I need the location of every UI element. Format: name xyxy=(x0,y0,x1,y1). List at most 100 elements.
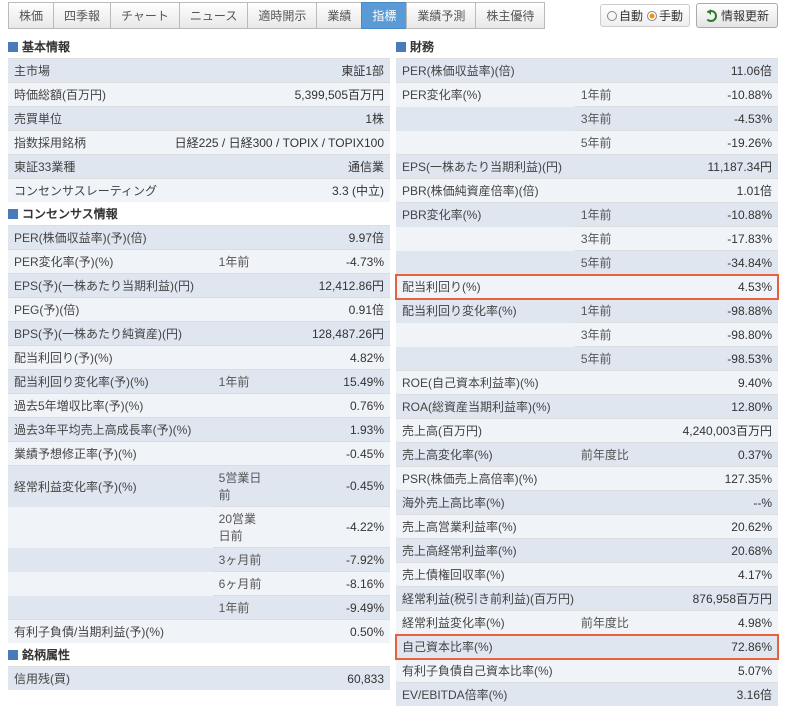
row-value: 9.97倍 xyxy=(273,226,390,250)
table-row: 売上高変化率(%)前年度比0.37% xyxy=(396,443,778,467)
table-row: PEG(予)(倍)0.91倍 xyxy=(8,298,390,322)
left-column: 基本情報 主市場東証1部時価総額(百万円)5,399,505百万円売買単位1株指… xyxy=(8,35,390,706)
row-sublabel: 1年前 xyxy=(213,596,273,620)
table-row: 信用残(買)60,833 xyxy=(8,667,390,691)
tab-0[interactable]: 株価 xyxy=(8,2,53,29)
table-row: 3年前-4.53% xyxy=(396,107,778,131)
row-value: 5.07% xyxy=(635,659,778,683)
row-sublabel: 1年前 xyxy=(575,83,635,107)
row-sublabel: 20営業日前 xyxy=(213,507,273,548)
row-value: 4,240,003百万円 xyxy=(635,419,778,443)
tab-3[interactable]: ニュース xyxy=(179,2,247,29)
row-value: 20.68% xyxy=(635,539,778,563)
row-value: -19.26% xyxy=(635,131,778,155)
row-value: 72.86% xyxy=(635,635,778,659)
tab-2[interactable]: チャート xyxy=(110,2,179,29)
row-value: 東証1部 xyxy=(165,59,390,83)
section-fin-title: 財務 xyxy=(410,38,434,55)
table-row: 過去5年増収比率(予)(%)0.76% xyxy=(8,394,390,418)
table-row: 売上高(百万円)4,240,003百万円 xyxy=(396,419,778,443)
table-row: ROA(総資産当期利益率)(%)12.80% xyxy=(396,395,778,419)
row-label: 売上債権回収率(%) xyxy=(396,563,635,587)
row-value: -10.88% xyxy=(635,83,778,107)
tab-6[interactable]: 指標 xyxy=(361,2,406,29)
row-sublabel: 5年前 xyxy=(575,251,635,275)
table-row: PSR(株価売上高倍率)(%)127.35% xyxy=(396,467,778,491)
row-label: 経常利益変化率(%) xyxy=(396,611,575,635)
row-label: 時価総額(百万円) xyxy=(8,83,165,107)
fin-table: PER(株価収益率)(倍)11.06倍PER変化率(%)1年前-10.88%3年… xyxy=(396,58,778,706)
row-label: 指数採用銘柄 xyxy=(8,131,165,155)
table-row: 売上債権回収率(%)4.17% xyxy=(396,563,778,587)
table-row: PER変化率(予)(%)1年前-4.73% xyxy=(8,250,390,274)
radio-manual[interactable]: 手動 xyxy=(647,7,683,24)
row-value: 1.01倍 xyxy=(635,179,778,203)
row-sublabel: 6ヶ月前 xyxy=(213,572,273,596)
row-label xyxy=(396,251,575,275)
section-basic-title: 基本情報 xyxy=(22,38,70,55)
table-row: BPS(予)(一株あたり純資産)(円)128,487.26円 xyxy=(8,322,390,346)
table-row: EPS(予)(一株あたり当期利益)(円)12,412.86円 xyxy=(8,274,390,298)
table-row: 5年前-98.53% xyxy=(396,347,778,371)
row-sublabel: 3ヶ月前 xyxy=(213,548,273,572)
row-value: 9.40% xyxy=(635,371,778,395)
row-label: PER(株価収益率)(倍) xyxy=(396,59,635,83)
row-label: PER(株価収益率)(予)(倍) xyxy=(8,226,273,250)
row-value: 0.91倍 xyxy=(273,298,390,322)
square-icon xyxy=(396,42,406,52)
row-value: 876,958百万円 xyxy=(635,587,778,611)
row-label: ROA(総資産当期利益率)(%) xyxy=(396,395,635,419)
table-row: EV/EBITDA倍率(%)3.16倍 xyxy=(396,683,778,707)
row-label: 東証33業種 xyxy=(8,155,165,179)
row-label xyxy=(396,323,575,347)
tab-5[interactable]: 業績 xyxy=(316,2,361,29)
row-label: PBR(株価純資産倍率)(倍) xyxy=(396,179,635,203)
tab-7[interactable]: 業績予測 xyxy=(406,2,475,29)
row-value: -9.49% xyxy=(273,596,390,620)
row-value: -4.53% xyxy=(635,107,778,131)
tab-1[interactable]: 四季報 xyxy=(53,2,110,29)
table-row: PER(株価収益率)(予)(倍)9.97倍 xyxy=(8,226,390,250)
row-value: -7.92% xyxy=(273,548,390,572)
row-label: ROE(自己資本利益率)(%) xyxy=(396,371,635,395)
row-value: 0.37% xyxy=(635,443,778,467)
row-value: 12,412.86円 xyxy=(273,274,390,298)
row-value: -98.88% xyxy=(635,299,778,323)
row-label: 海外売上高比率(%) xyxy=(396,491,635,515)
table-row: 6ヶ月前-8.16% xyxy=(8,572,390,596)
tab-4[interactable]: 適時開示 xyxy=(247,2,316,29)
top-right: 自動 手動 情報更新 xyxy=(600,3,778,28)
row-sublabel: 3年前 xyxy=(575,227,635,251)
refresh-icon xyxy=(705,10,717,22)
update-button[interactable]: 情報更新 xyxy=(696,3,778,28)
table-row: 指数採用銘柄日経225 / 日経300 / TOPIX / TOPIX100 xyxy=(8,131,390,155)
row-label: 過去5年増収比率(予)(%) xyxy=(8,394,273,418)
consensus-table: PER(株価収益率)(予)(倍)9.97倍PER変化率(予)(%)1年前-4.7… xyxy=(8,225,390,643)
row-value: 0.50% xyxy=(273,620,390,644)
row-value: 11,187.34円 xyxy=(635,155,778,179)
row-label xyxy=(8,596,213,620)
row-value: 4.53% xyxy=(635,275,778,299)
section-attr-title: 銘柄属性 xyxy=(22,646,70,663)
row-label xyxy=(396,131,575,155)
row-label: EPS(一株あたり当期利益)(円) xyxy=(396,155,635,179)
row-value: -4.73% xyxy=(273,250,390,274)
row-value: -98.53% xyxy=(635,347,778,371)
row-value: 1株 xyxy=(165,107,390,131)
radio-auto[interactable]: 自動 xyxy=(607,7,643,24)
table-row: 売上高経常利益率(%)20.68% xyxy=(396,539,778,563)
row-label: PER変化率(%) xyxy=(396,83,575,107)
row-sublabel: 1年前 xyxy=(575,299,635,323)
right-column: 財務 PER(株価収益率)(倍)11.06倍PER変化率(%)1年前-10.88… xyxy=(396,35,778,706)
row-label xyxy=(396,347,575,371)
row-label: 有利子負債/当期利益(予)(%) xyxy=(8,620,273,644)
row-value: -0.45% xyxy=(273,466,390,507)
columns: 基本情報 主市場東証1部時価総額(百万円)5,399,505百万円売買単位1株指… xyxy=(0,31,786,710)
radio-icon xyxy=(607,11,617,21)
table-row: 過去3年平均売上高成長率(予)(%)1.93% xyxy=(8,418,390,442)
row-value: 127.35% xyxy=(635,467,778,491)
row-sublabel: 前年度比 xyxy=(575,611,635,635)
tab-8[interactable]: 株主優待 xyxy=(475,2,545,29)
row-label: 過去3年平均売上高成長率(予)(%) xyxy=(8,418,273,442)
table-row: 3年前-98.80% xyxy=(396,323,778,347)
